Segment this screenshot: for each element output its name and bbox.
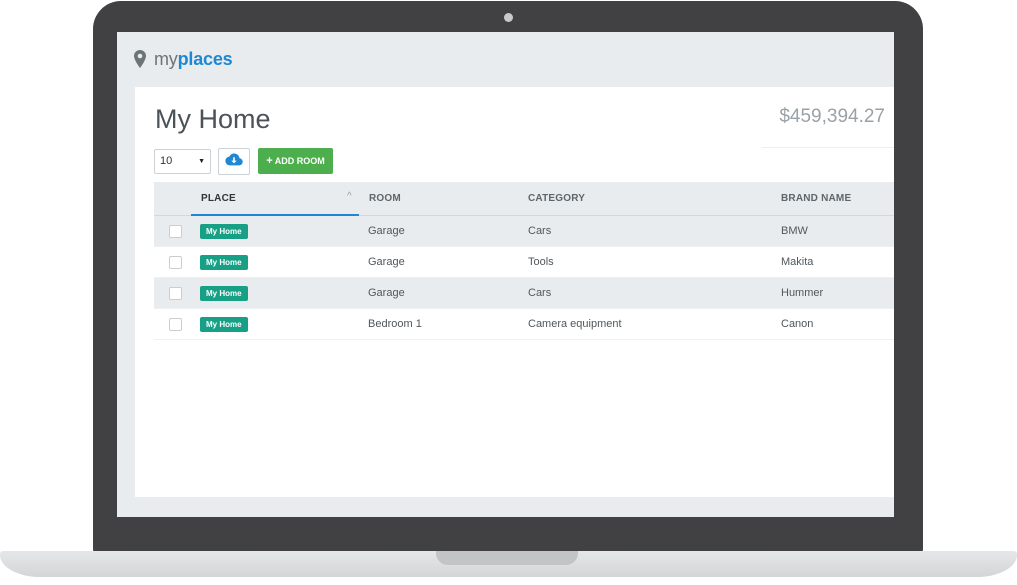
map-pin-icon <box>134 50 146 68</box>
per-page-select[interactable]: 10 ▼ <box>154 149 211 174</box>
row-checkbox[interactable] <box>169 225 182 238</box>
column-header-brand[interactable]: BRAND NAME <box>781 193 851 204</box>
place-tag: My Home <box>200 286 248 301</box>
place-tag: My Home <box>200 255 248 270</box>
sort-ascending-icon[interactable]: ^ <box>347 191 352 202</box>
brand-name-places: places <box>177 48 233 69</box>
laptop-notch <box>436 551 578 565</box>
camera-dot <box>504 13 513 22</box>
place-tag: My Home <box>200 224 248 239</box>
room-cell: Bedroom 1 <box>368 318 422 330</box>
brand-cell: Makita <box>781 256 814 268</box>
per-page-value: 10 <box>160 155 173 167</box>
room-cell: Garage <box>368 287 405 299</box>
category-cell: Camera equipment <box>528 318 622 330</box>
total-divider <box>762 147 894 148</box>
cloud-download-icon <box>225 153 243 171</box>
brand-cell: BMW <box>781 225 808 237</box>
table-row[interactable]: My Home Garage Cars Hummer <box>154 278 894 309</box>
download-button[interactable] <box>218 148 250 175</box>
column-header-room[interactable]: ROOM <box>369 193 401 204</box>
row-checkbox[interactable] <box>169 318 182 331</box>
table-row[interactable]: My Home Bedroom 1 Camera equipment Canon <box>154 309 894 340</box>
brand-name-my: my <box>154 48 178 69</box>
brand-cell: Canon <box>781 318 814 330</box>
room-cell: Garage <box>368 256 405 268</box>
caret-down-icon: ▼ <box>198 158 205 165</box>
add-room-button[interactable]: + ADD ROOM <box>258 148 333 174</box>
add-room-label: ADD ROOM <box>274 156 325 166</box>
place-tag: My Home <box>200 317 248 332</box>
page-title: My Home <box>155 104 271 134</box>
plus-icon: + <box>266 155 273 167</box>
total-value: $459,394.27 <box>779 106 885 127</box>
column-header-place[interactable]: PLACE <box>201 193 236 204</box>
app-screen: myplaces My Home $459,394.27 10 ▼ + ADD … <box>117 32 894 517</box>
row-checkbox[interactable] <box>169 287 182 300</box>
column-header-category[interactable]: CATEGORY <box>528 193 585 204</box>
room-cell: Garage <box>368 225 405 237</box>
table-row[interactable]: My Home Garage Cars BMW <box>154 216 894 247</box>
app-logo[interactable]: myplaces <box>134 48 233 70</box>
category-cell: Cars <box>528 225 552 237</box>
brand-cell: Hummer <box>781 287 824 299</box>
brand-name: myplaces <box>154 48 233 70</box>
category-cell: Tools <box>528 256 554 268</box>
main-content: My Home $459,394.27 10 ▼ + ADD ROOM PLAC… <box>135 87 894 497</box>
items-table: PLACE ^ ROOM CATEGORY BRAND NAME My Home… <box>154 182 894 340</box>
table-row[interactable]: My Home Garage Tools Makita <box>154 247 894 278</box>
table-header: PLACE ^ ROOM CATEGORY BRAND NAME <box>154 182 894 216</box>
row-checkbox[interactable] <box>169 256 182 269</box>
category-cell: Cars <box>528 287 552 299</box>
